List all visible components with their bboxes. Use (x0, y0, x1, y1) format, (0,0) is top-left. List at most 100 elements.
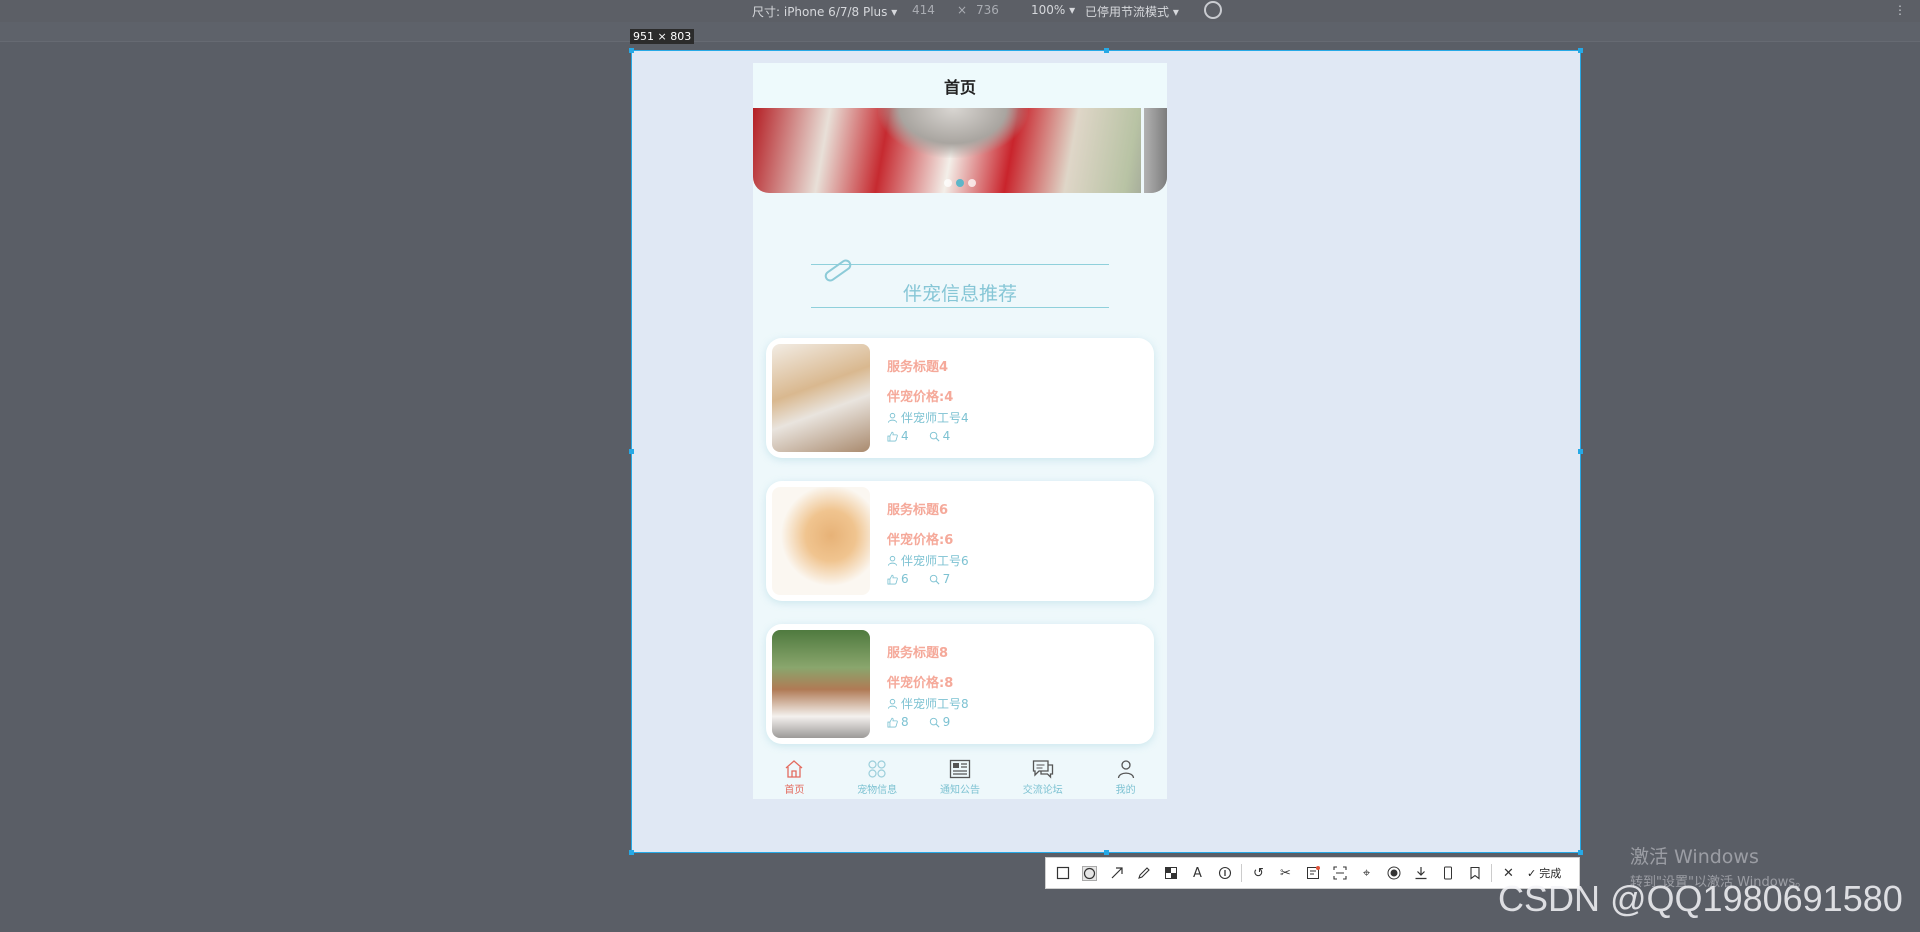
service-card[interactable]: 服务标题6 伴宠价格:6 伴宠师工号6 6 7 (766, 481, 1154, 601)
views-value: 9 (942, 715, 951, 729)
tab-label: 宠物信息 (857, 784, 898, 796)
news-icon (949, 759, 971, 778)
like-count[interactable]: 8 (887, 715, 909, 729)
rotate-icon[interactable] (1204, 1, 1222, 19)
zoom-label: 100% (1031, 3, 1066, 17)
views-value: 4 (942, 429, 951, 443)
toolbar-divider (1491, 864, 1492, 882)
page-title: 首页 (753, 63, 1167, 108)
view-count: 4 (929, 429, 951, 443)
resize-handle[interactable] (1104, 850, 1109, 855)
pencil-tool-icon[interactable] (1133, 863, 1154, 884)
section-header: 伴宠信息推荐 (753, 193, 1167, 333)
like-count[interactable]: 6 (887, 572, 909, 586)
magnifier-icon (929, 574, 940, 584)
magnifier-icon (929, 717, 940, 727)
card-price: 伴宠价格:8 (887, 676, 954, 691)
resize-handle[interactable] (1578, 449, 1583, 454)
carousel-indicators (944, 179, 976, 187)
cut-icon[interactable]: ✂ (1275, 863, 1296, 884)
card-staff: 伴宠师工号8 (887, 695, 969, 712)
staff-id: 伴宠师工号6 (901, 554, 969, 568)
chat-icon (1032, 759, 1053, 779)
number-tool-icon[interactable] (1214, 863, 1235, 884)
card-stats: 4 4 (887, 429, 950, 443)
tab-label: 我的 (1115, 784, 1136, 796)
thumbs-up-icon (887, 431, 898, 441)
next-slide-peek (1141, 108, 1167, 193)
zoom-select[interactable]: 100% ▾ (1031, 3, 1075, 17)
likes-value: 6 (901, 572, 909, 586)
thumbs-up-icon (887, 717, 898, 727)
card-price: 伴宠价格:6 (887, 533, 954, 548)
likes-value: 4 (901, 429, 909, 443)
mosaic-tool-icon[interactable] (1160, 863, 1181, 884)
thumbs-up-icon (887, 574, 898, 584)
csdn-watermark: CSDN @QQ1980691580 (1498, 878, 1903, 919)
resize-handle[interactable] (629, 48, 634, 53)
corgi-photo (772, 344, 870, 452)
carousel-dot[interactable] (968, 179, 976, 187)
device-select[interactable]: 尺寸: iPhone 6/7/8 Plus ▾ (752, 3, 897, 20)
text-tool-icon[interactable]: A (1187, 863, 1208, 884)
likes-value: 8 (901, 715, 909, 729)
resize-handle[interactable] (1104, 48, 1109, 53)
throttle-select[interactable]: 已停用节流模式 ▾ (1085, 3, 1179, 20)
resize-handle[interactable] (1578, 48, 1583, 53)
bottom-tab-bar: 首页 宠物信息 通知公告 交流论坛 我的 (753, 755, 1167, 799)
view-count: 9 (929, 715, 951, 729)
tab-home[interactable]: 首页 (753, 755, 836, 799)
arrow-tool-icon[interactable] (1106, 863, 1127, 884)
person-icon (1117, 759, 1134, 778)
like-count[interactable]: 4 (887, 429, 909, 443)
rectangle-tool-icon[interactable] (1052, 863, 1073, 884)
selection-size-label: 951 × 803 (630, 29, 695, 44)
devtools-device-toolbar: 尺寸: iPhone 6/7/8 Plus ▾ 414 × 736 100% ▾… (0, 0, 1920, 22)
activation-title: 激活 Windows (1630, 846, 1759, 868)
cats-photo (772, 487, 870, 595)
divider (811, 264, 1109, 265)
phone-viewport: 首页 伴宠信息推荐 服务标题4 伴宠价格:4 伴宠师工号4 4 4 服务标题6 (753, 63, 1167, 799)
resize-handle[interactable] (1578, 850, 1583, 855)
view-count: 7 (929, 572, 950, 586)
card-title: 服务标题8 (887, 646, 949, 661)
ellipse-tool-icon[interactable] (1079, 863, 1100, 884)
tab-forum[interactable]: 交流论坛 (1001, 755, 1084, 799)
device-label: 尺寸: iPhone 6/7/8 Plus (752, 5, 888, 19)
phone-save-icon[interactable] (1437, 863, 1458, 884)
magnifier-icon (929, 431, 940, 441)
section-title: 伴宠信息推荐 (902, 283, 1017, 305)
tab-mine[interactable]: 我的 (1084, 755, 1167, 799)
width-field[interactable]: 414 (912, 3, 935, 17)
card-staff: 伴宠师工号4 (887, 409, 969, 426)
card-stats: 8 9 (887, 715, 950, 729)
bookmark-icon[interactable] (1464, 863, 1485, 884)
dimension-separator: × (957, 3, 968, 17)
toolbar-divider (1241, 864, 1242, 882)
staff-id: 伴宠师工号4 (901, 411, 969, 425)
resize-handle[interactable] (629, 850, 634, 855)
poodles-photo (772, 630, 870, 738)
grid-icon (868, 759, 886, 778)
record-icon[interactable] (1383, 863, 1404, 884)
tab-label: 首页 (784, 784, 805, 796)
banner-carousel[interactable] (753, 108, 1167, 193)
card-stats: 6 7 (887, 572, 950, 586)
ocr-icon[interactable] (1302, 863, 1323, 884)
divider (811, 307, 1109, 308)
download-icon[interactable] (1410, 863, 1431, 884)
card-title: 服务标题6 (887, 503, 949, 518)
pin-icon[interactable]: ⌖ (1356, 863, 1377, 884)
service-card[interactable]: 服务标题4 伴宠价格:4 伴宠师工号4 4 4 (766, 338, 1154, 458)
height-field[interactable]: 736 (976, 3, 999, 17)
more-options-icon[interactable]: ⋮ (1894, 3, 1906, 17)
ruler (0, 22, 1920, 42)
tab-notices[interactable]: 通知公告 (919, 755, 1002, 799)
scan-icon[interactable] (1329, 863, 1350, 884)
carousel-dot[interactable] (944, 179, 952, 187)
tab-pet-info[interactable]: 宠物信息 (836, 755, 919, 799)
carousel-dot-active[interactable] (956, 179, 964, 187)
service-card[interactable]: 服务标题8 伴宠价格:8 伴宠师工号8 8 9 (766, 624, 1154, 744)
undo-icon[interactable]: ↺ (1248, 863, 1269, 884)
resize-handle[interactable] (629, 449, 634, 454)
